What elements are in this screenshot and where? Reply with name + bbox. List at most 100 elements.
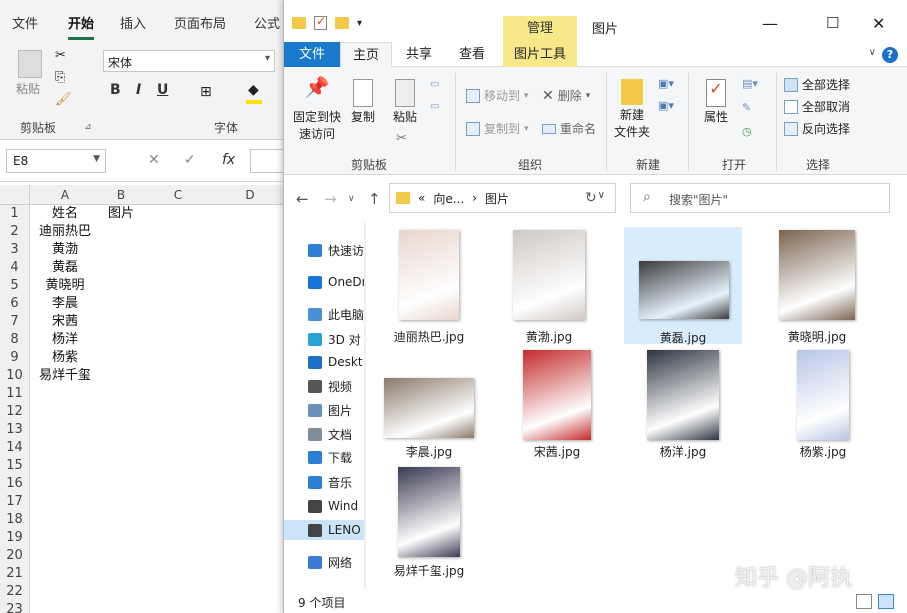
invert-selection-button[interactable]: 反向选择 [784,120,850,137]
copy-path-icon[interactable]: ▭ [430,101,439,112]
properties-button[interactable]: ✓ 属性 [696,79,736,126]
address-segment[interactable]: 图片 [485,190,509,207]
address-separator[interactable]: › [472,191,477,205]
up-arrow-icon[interactable]: ↑ [368,190,381,208]
row-header[interactable]: 11 [0,385,30,403]
rename-button[interactable]: 重命名 [542,120,596,137]
tab-home[interactable]: 主页 [340,42,393,67]
new-folder-qat-icon[interactable] [335,17,349,29]
customize-qat-icon[interactable]: ▾ [357,18,362,29]
column-header[interactable]: A [30,188,100,202]
row-header[interactable]: 2 [0,223,30,241]
new-folder-button[interactable]: 新建 文件夹 [612,79,652,141]
excel-tab-insert[interactable]: 插入 [120,13,146,32]
tab-share[interactable]: 共享 [394,42,444,67]
nav-item[interactable]: 视频 [308,376,364,396]
recent-locations-icon[interactable]: ∨ [348,194,355,204]
cancel-icon[interactable]: ✕ [148,152,160,168]
excel-tab-file[interactable]: 文件 [12,13,38,32]
cut-scissors-icon[interactable]: ✂ [396,131,407,146]
address-bar[interactable]: « 向e... › 图片 ∨ [389,183,616,213]
fill-color-icon[interactable]: ◆ [248,82,259,98]
address-segment[interactable]: 向e... [433,190,464,207]
copy-to-button[interactable]: 复制到 ▾ [466,120,529,137]
nav-item[interactable]: 网络 [308,552,364,572]
enter-icon[interactable]: ✓ [184,152,196,168]
row-header[interactable]: 9 [0,349,30,367]
new-item-icon[interactable]: ▣▾ [658,77,674,90]
column-header[interactable]: B [100,188,142,202]
cell-a6[interactable]: 李晨 [30,295,100,313]
cell-a3[interactable]: 黄渤 [30,241,100,259]
file-item[interactable]: 易烊千玺.jpg [374,467,484,578]
paste-button[interactable]: 粘贴 [388,79,422,126]
cell-a1[interactable]: 姓名 [30,205,100,223]
tab-view[interactable]: 查看 [447,42,497,67]
row-header[interactable]: 21 [0,565,30,583]
row-header[interactable]: 18 [0,511,30,529]
paste-icon[interactable] [18,50,42,78]
help-icon[interactable]: ? [882,47,898,63]
manage-context-tab[interactable]: 管理 [503,16,577,42]
column-header[interactable]: C [142,188,214,202]
tab-file[interactable]: 文件 [284,42,340,67]
nav-item[interactable]: Wind [308,496,364,516]
row-header[interactable]: 20 [0,547,30,565]
file-item[interactable]: 宋茜.jpg [502,347,612,459]
copy-icon[interactable]: ⎘ [55,70,65,85]
nav-item[interactable]: 3D 对 [308,329,364,349]
nav-item[interactable]: Deskt [308,352,364,372]
cell-a5[interactable]: 黄晓明 [30,277,100,295]
row-header[interactable]: 7 [0,313,30,331]
border-icon[interactable]: ⊞ [200,84,212,100]
row-header[interactable]: 23 [0,601,30,613]
large-icons-view-icon[interactable] [878,594,894,609]
edit-icon[interactable]: ✎ [742,101,751,114]
chevron-down-icon[interactable]: ∨ [598,190,605,201]
row-header[interactable]: 17 [0,493,30,511]
nav-item[interactable]: 下载 [308,447,364,467]
cell-a4[interactable]: 黄磊 [30,259,100,277]
copy-button[interactable]: 复制 [346,79,380,126]
row-header[interactable]: 16 [0,475,30,493]
excel-tab-formulas[interactable]: 公式 [254,13,280,32]
nav-item[interactable]: 文档 [308,424,364,444]
close-icon[interactable]: ✕ [872,14,885,33]
cell-a8[interactable]: 杨洋 [30,331,100,349]
format-painter-icon[interactable]: 🖌 [55,92,72,107]
nav-item[interactable]: OneDr [308,272,364,292]
row-header[interactable]: 1 [0,205,30,223]
excel-tab-page-layout[interactable]: 页面布局 [174,13,226,32]
row-header[interactable]: 15 [0,457,30,475]
row-header[interactable]: 14 [0,439,30,457]
forward-arrow-icon[interactable]: → [324,190,337,208]
cell-b1[interactable]: 图片 [108,205,134,223]
excel-tab-home[interactable]: 开始 [68,13,95,40]
search-input[interactable]: ⌕ 搜索"图片" [630,183,890,213]
column-header[interactable]: D [214,188,286,202]
row-header[interactable]: 13 [0,421,30,439]
cell-a7[interactable]: 宋茜 [30,313,100,331]
select-all-corner[interactable] [0,185,30,205]
dialog-launcher-icon[interactable]: ⊿ [84,122,92,132]
expand-ribbon-icon[interactable]: ∨ [869,47,876,58]
select-all-button[interactable]: 全部选择 [784,76,850,93]
italic-button[interactable]: I [136,82,141,98]
tab-picture-tools[interactable]: 图片工具 [503,42,577,67]
underline-button[interactable]: U [157,82,168,98]
row-header[interactable]: 22 [0,583,30,601]
file-item[interactable]: 杨洋.jpg [628,347,738,459]
minimize-icon[interactable]: — [762,14,778,33]
row-header[interactable]: 6 [0,295,30,313]
file-item[interactable]: 迪丽热巴.jpg [374,227,484,344]
row-header[interactable]: 5 [0,277,30,295]
easy-access-icon[interactable]: ▣▾ [658,99,674,112]
row-header[interactable]: 3 [0,241,30,259]
delete-button[interactable]: ✕ 删除 ▾ [542,87,590,104]
cell-a9[interactable]: 杨紫 [30,349,100,367]
row-header[interactable]: 8 [0,331,30,349]
row-header[interactable]: 12 [0,403,30,421]
file-item[interactable]: 黄磊.jpg [624,227,742,345]
paste-button[interactable]: 粘贴 [16,80,40,97]
row-header[interactable]: 10 [0,367,30,385]
